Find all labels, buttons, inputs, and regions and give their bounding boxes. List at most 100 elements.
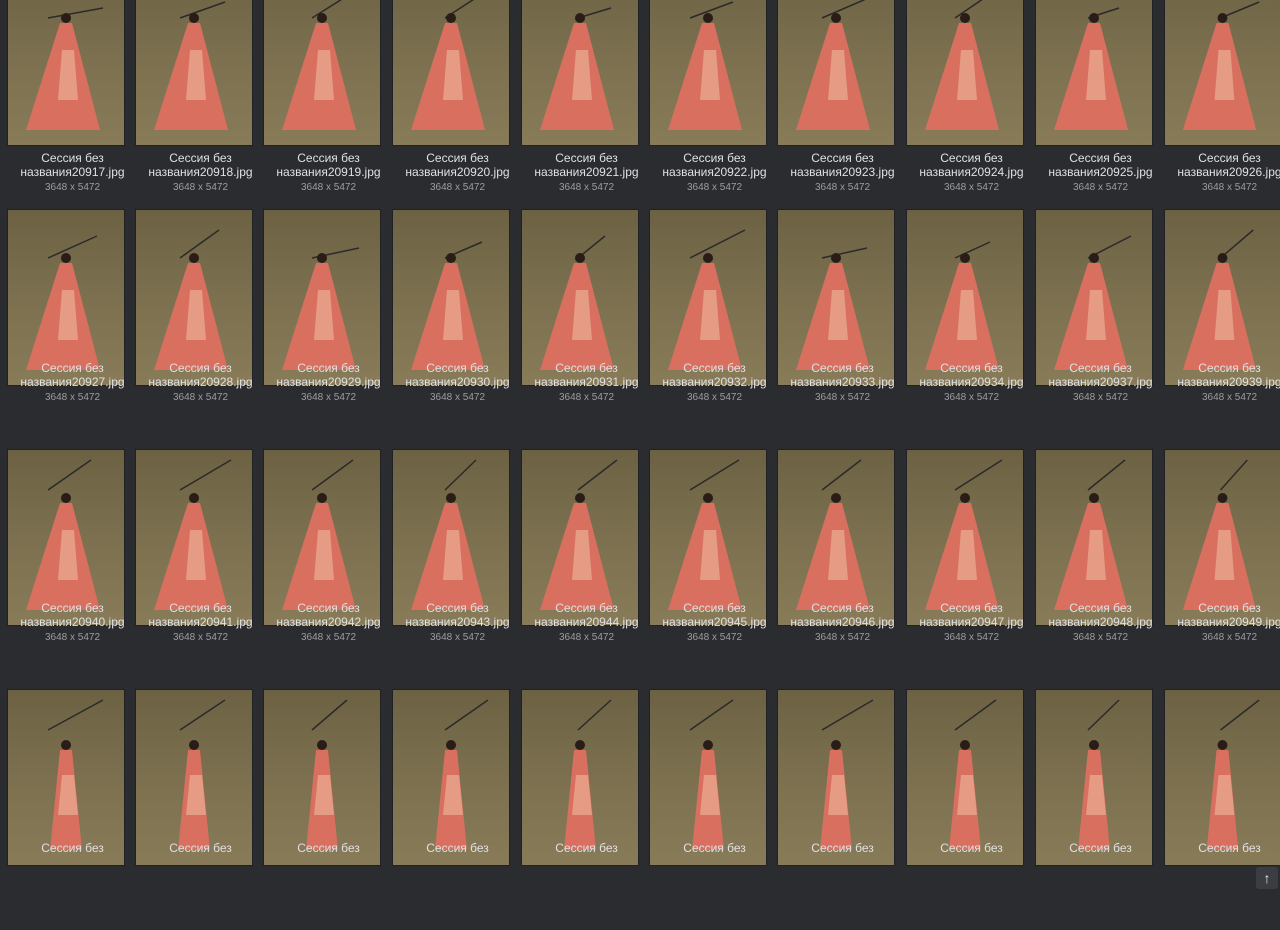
thumbnail-image[interactable] (522, 450, 638, 625)
file-name: Сессия без названия20918.jpg (148, 151, 253, 179)
thumbnail-tile[interactable]: Сессия без названия20924.jpg 3648 x 5472 (907, 0, 1036, 240)
thumbnail-image[interactable] (1165, 210, 1280, 385)
thumbnail-image[interactable] (650, 0, 766, 145)
file-name: Сессия без названия20917.jpg (20, 151, 125, 179)
thumbnail-tile[interactable]: Сессия без названия20922.jpg 3648 x 5472 (650, 0, 779, 240)
thumbnail-grid: Сессия без названия20917.jpg 3648 x 5472 С… (0, 0, 1280, 891)
thumbnail-tile[interactable]: Сессия без названия20921.jpg 3648 x 5472 (522, 0, 651, 240)
file-name: Сессия без (1198, 841, 1261, 855)
thumbnail-tile[interactable]: Сессия без названия20946.jpg 3648 x 5472 (778, 450, 907, 690)
file-name: Сессия без (683, 841, 746, 855)
thumbnail-tile[interactable]: Сессия без (1036, 690, 1165, 930)
thumbnail-image[interactable] (1036, 0, 1152, 145)
image-dimensions: 3648 x 5472 (1201, 182, 1258, 193)
thumbnail-image[interactable] (393, 450, 509, 625)
image-dimensions: 3648 x 5472 (1201, 632, 1258, 643)
thumbnail-image[interactable] (778, 0, 894, 145)
thumbnail-image[interactable] (1036, 450, 1152, 625)
thumbnail-tile[interactable]: Сессия без (8, 690, 137, 930)
thumbnail-tile[interactable]: Сессия без названия20923.jpg 3648 x 5472 (778, 0, 907, 240)
thumbnail-image[interactable] (1165, 450, 1280, 625)
thumbnail-tile[interactable]: Сессия без (522, 690, 651, 930)
thumbnail-tile[interactable]: Сессия без (778, 690, 907, 930)
thumbnail-image[interactable] (907, 210, 1023, 385)
thumbnail-image[interactable] (1036, 690, 1152, 865)
thumbnail-tile[interactable]: Сессия без названия20925.jpg 3648 x 5472 (1036, 0, 1165, 240)
thumbnail-tile[interactable]: Сессия без (393, 690, 522, 930)
image-dimensions: 3648 x 5472 (943, 392, 1000, 403)
thumbnail-image[interactable] (1165, 0, 1280, 145)
thumbnail-tile[interactable]: Сессия без названия20934.jpg 3648 x 5472 (907, 210, 1036, 450)
thumbnail-image[interactable] (907, 450, 1023, 625)
thumbnail-tile[interactable]: Сессия без названия20943.jpg 3648 x 5472 (393, 450, 522, 690)
thumbnail-tile[interactable]: Сессия без названия20920.jpg 3648 x 5472 (393, 0, 522, 240)
thumbnail-image[interactable] (778, 450, 894, 625)
file-name: Сессия без названия20949.jpg (1177, 601, 1280, 629)
thumbnail-image[interactable] (393, 690, 509, 865)
thumbnail-image[interactable] (264, 450, 380, 625)
thumbnail-image[interactable] (136, 210, 252, 385)
file-name: Сессия без названия20948.jpg (1048, 601, 1153, 629)
scroll-to-top-button[interactable]: ↑ (1256, 867, 1278, 889)
file-name: Сессия без названия20923.jpg (790, 151, 895, 179)
thumbnail-tile[interactable]: Сессия без названия20942.jpg 3648 x 5472 (264, 450, 393, 690)
thumbnail-image[interactable] (522, 690, 638, 865)
thumbnail-tile[interactable]: Сессия без (1165, 690, 1280, 930)
thumbnail-tile[interactable]: Сессия без (907, 690, 1036, 930)
thumbnail-image[interactable] (264, 0, 380, 145)
thumbnail-image[interactable] (393, 210, 509, 385)
thumbnail-tile[interactable]: Сессия без названия20949.jpg 3648 x 5472 (1165, 450, 1280, 690)
thumbnail-image[interactable] (907, 690, 1023, 865)
image-dimensions: 3648 x 5472 (943, 632, 1000, 643)
thumbnail-tile[interactable]: Сессия без названия20927.jpg 3648 x 5472 (8, 210, 137, 450)
thumbnail-tile[interactable]: Сессия без (136, 690, 265, 930)
thumbnail-image[interactable] (136, 690, 252, 865)
image-dimensions: 3648 x 5472 (814, 182, 871, 193)
thumbnail-tile[interactable]: Сессия без названия20944.jpg 3648 x 5472 (522, 450, 651, 690)
thumbnail-tile[interactable]: Сессия без названия20945.jpg 3648 x 5472 (650, 450, 779, 690)
file-name: Сессия без названия20921.jpg (534, 151, 639, 179)
thumbnail-tile[interactable]: Сессия без названия20931.jpg 3648 x 5472 (522, 210, 651, 450)
thumbnail-image[interactable] (650, 450, 766, 625)
thumbnail-tile[interactable]: Сессия без названия20918.jpg 3648 x 5472 (136, 0, 265, 240)
thumbnail-image[interactable] (522, 210, 638, 385)
thumbnail-image[interactable] (650, 210, 766, 385)
thumbnail-tile[interactable]: Сессия без названия20933.jpg 3648 x 5472 (778, 210, 907, 450)
thumbnail-image[interactable] (650, 690, 766, 865)
image-dimensions: 3648 x 5472 (1072, 632, 1129, 643)
thumbnail-tile[interactable]: Сессия без названия20919.jpg 3648 x 5472 (264, 0, 393, 240)
thumbnail-tile[interactable]: Сессия без названия20928.jpg 3648 x 5472 (136, 210, 265, 450)
thumbnail-tile[interactable]: Сессия без названия20930.jpg 3648 x 5472 (393, 210, 522, 450)
thumbnail-tile[interactable]: Сессия без названия20941.jpg 3648 x 5472 (136, 450, 265, 690)
thumbnail-image[interactable] (264, 210, 380, 385)
thumbnail-tile[interactable]: Сессия без названия20917.jpg 3648 x 5472 (8, 0, 137, 240)
thumbnail-image[interactable] (522, 0, 638, 145)
thumbnail-image[interactable] (136, 450, 252, 625)
thumbnail-tile[interactable]: Сессия без названия20947.jpg 3648 x 5472 (907, 450, 1036, 690)
thumbnail-image[interactable] (8, 210, 124, 385)
thumbnail-image[interactable] (1036, 210, 1152, 385)
thumbnail-tile[interactable]: Сессия без названия20932.jpg 3648 x 5472 (650, 210, 779, 450)
thumbnail-image[interactable] (778, 210, 894, 385)
file-name: Сессия без названия20946.jpg (790, 601, 895, 629)
thumbnail-tile[interactable]: Сессия без названия20939.jpg 3648 x 5472 (1165, 210, 1280, 450)
file-name: Сессия без названия20925.jpg (1048, 151, 1153, 179)
thumbnail-tile[interactable]: Сессия без (264, 690, 393, 930)
thumbnail-image[interactable] (778, 690, 894, 865)
thumbnail-tile[interactable]: Сессия без названия20926.jpg 3648 x 5472 (1165, 0, 1280, 240)
thumbnail-image[interactable] (393, 0, 509, 145)
thumbnail-image[interactable] (8, 450, 124, 625)
thumbnail-tile[interactable]: Сессия без названия20929.jpg 3648 x 5472 (264, 210, 393, 450)
thumbnail-image[interactable] (8, 0, 124, 145)
image-dimensions: 3648 x 5472 (686, 392, 743, 403)
thumbnail-image[interactable] (264, 690, 380, 865)
thumbnail-image[interactable] (8, 690, 124, 865)
thumbnail-image[interactable] (136, 0, 252, 145)
thumbnail-image[interactable] (1165, 690, 1280, 865)
thumbnail-tile[interactable]: Сессия без названия20937.jpg 3648 x 5472 (1036, 210, 1165, 450)
thumbnail-image[interactable] (907, 0, 1023, 145)
thumbnail-tile[interactable]: Сессия без названия20940.jpg 3648 x 5472 (8, 450, 137, 690)
file-name: Сессия без названия20937.jpg (1048, 361, 1153, 389)
thumbnail-tile[interactable]: Сессия без (650, 690, 779, 930)
thumbnail-tile[interactable]: Сессия без названия20948.jpg 3648 x 5472 (1036, 450, 1165, 690)
